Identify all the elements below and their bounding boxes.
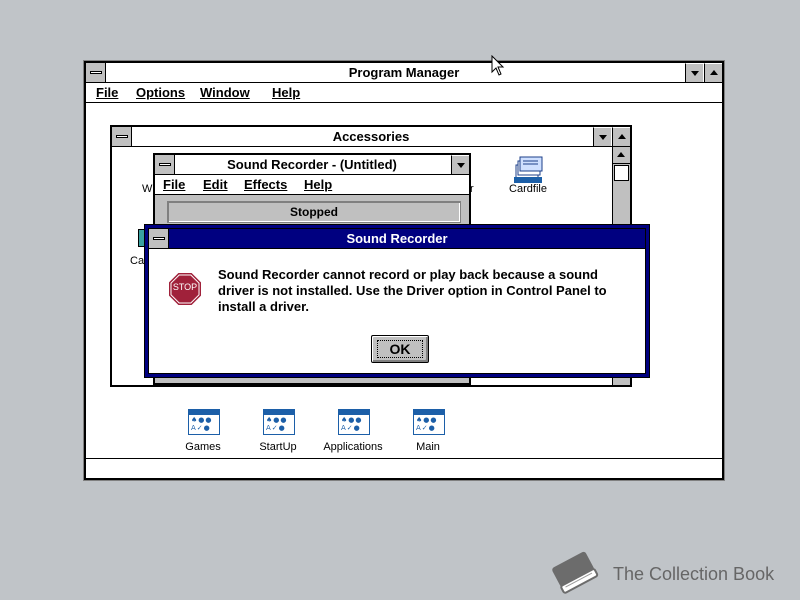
games-group-icon[interactable]: ♠●● A✓●: [188, 409, 220, 435]
startup-group-label[interactable]: StartUp: [238, 441, 318, 453]
system-menu-icon[interactable]: [86, 63, 106, 82]
applications-group-label[interactable]: Applications: [313, 441, 393, 453]
accessories-titlebar[interactable]: Accessories: [112, 127, 630, 147]
dialog-title: Sound Recorder: [346, 231, 448, 246]
cardfile-icon[interactable]: [512, 155, 544, 185]
error-dialog: Sound Recorder STOP Sound Recorder canno…: [144, 224, 650, 378]
games-group-label[interactable]: Games: [163, 441, 243, 453]
main-group-label[interactable]: Main: [388, 441, 468, 453]
status-text: Stopped: [167, 201, 461, 223]
mouse-pointer-icon: [491, 54, 505, 77]
status-divider: [86, 458, 722, 459]
system-menu-icon[interactable]: [155, 155, 175, 174]
partial-icon-label-w: W: [142, 183, 153, 195]
minimize-button[interactable]: [685, 63, 703, 82]
stop-icon-label: STOP: [172, 282, 198, 292]
scroll-up-arrow-icon[interactable]: [613, 147, 630, 164]
minimize-button[interactable]: [593, 127, 611, 146]
startup-group-icon[interactable]: ♠●● A✓●: [263, 409, 295, 435]
sound-recorder-titlebar[interactable]: Sound Recorder - (Untitled): [155, 155, 469, 175]
sound-recorder-menubar: File Edit Effects Help: [155, 175, 469, 195]
maximize-button[interactable]: [612, 127, 630, 146]
dialog-body: Sound Recorder STOP Sound Recorder canno…: [148, 228, 646, 374]
dialog-message: Sound Recorder cannot record or play bac…: [218, 267, 607, 314]
stop-icon: STOP: [169, 273, 201, 305]
ok-button[interactable]: OK: [371, 335, 429, 363]
cardfile-label[interactable]: Cardfile: [488, 183, 568, 195]
maximize-button[interactable]: [704, 63, 722, 82]
main-group-icon[interactable]: ♠●● A✓●: [413, 409, 445, 435]
program-manager-title: Program Manager: [348, 65, 460, 80]
program-manager-menubar: File Options Window Help: [86, 83, 722, 103]
minimize-button[interactable]: [451, 155, 469, 174]
sound-recorder-title: Sound Recorder - (Untitled): [227, 157, 397, 172]
watermark-text: The Collection Book: [613, 564, 775, 584]
system-menu-icon[interactable]: [149, 229, 169, 248]
book-logo-icon: [548, 550, 602, 596]
program-manager-titlebar[interactable]: Program Manager: [86, 63, 722, 83]
system-menu-icon[interactable]: [112, 127, 132, 146]
scroll-thumb[interactable]: [614, 165, 629, 181]
dialog-titlebar[interactable]: Sound Recorder: [149, 229, 645, 249]
applications-group-icon[interactable]: ♠●● A✓●: [338, 409, 370, 435]
partial-icon-label-ca: Ca: [130, 255, 145, 267]
accessories-title: Accessories: [332, 129, 410, 144]
